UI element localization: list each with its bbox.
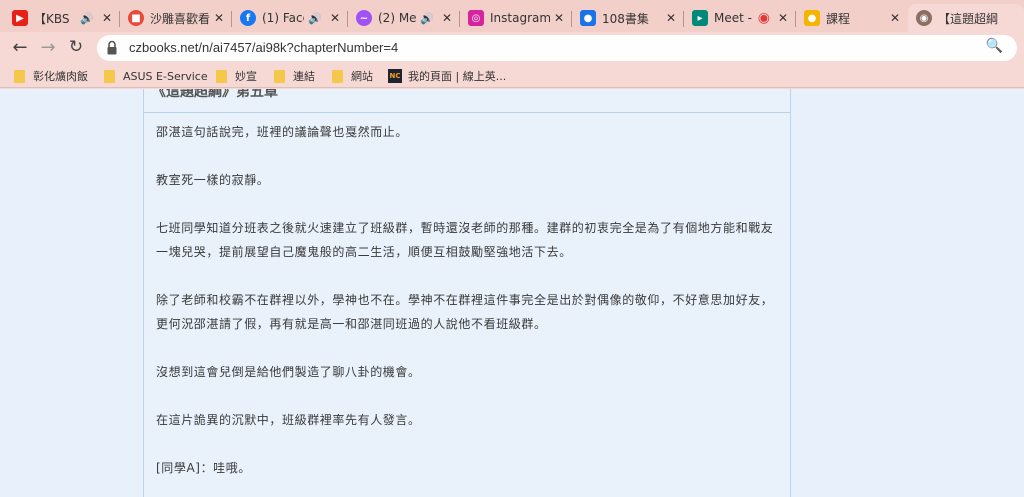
tab-course[interactable]: ● 課程 ✕ (796, 4, 908, 32)
tab-title: Meet - (714, 11, 752, 25)
tab-108[interactable]: ● 108書集 ✕ (572, 4, 684, 32)
tab-strip: ▶ 【KBS 🔊 ✕ ■ 沙雕喜歡看 ✕ f (1) Face 🔊 ✕ ~ (2… (0, 0, 1024, 32)
paragraph: [同學A]：哇哦。 (156, 461, 251, 475)
nc-icon: NC (388, 69, 402, 83)
bookmark-link[interactable]: NC 我的頁面 | 線上英... (388, 67, 506, 85)
close-icon[interactable]: ✕ (554, 11, 564, 25)
close-icon[interactable]: ✕ (778, 11, 788, 25)
tab-instagram[interactable]: ◎ Instagram ✕ (460, 4, 572, 32)
tab-messenger[interactable]: ~ (2) Me 🔊 ✕ (348, 4, 460, 32)
bookmark-label: 連結 (293, 70, 315, 83)
paragraph: 沒想到這會兒倒是給他們製造了聊八卦的機會。 (156, 365, 421, 379)
chapter-header: 《這題超綱》第五章 (144, 89, 790, 113)
bookmark-label: 網站 (351, 70, 373, 83)
reload-icon[interactable]: ↻ (64, 36, 88, 58)
bookmark-label: 我的頁面 | 線上英... (408, 70, 507, 83)
speaker-icon[interactable]: 🔊 (80, 12, 94, 25)
facebook-icon: f (240, 10, 256, 26)
close-icon[interactable]: ✕ (666, 11, 676, 25)
folder-icon (216, 69, 227, 83)
speaker-icon[interactable]: 🔊 (420, 12, 434, 25)
paragraph: 教室死一樣的寂靜。 (156, 173, 270, 187)
tab-title: 108書集 (602, 11, 649, 26)
folder-icon (332, 69, 343, 83)
bookmark-folder[interactable]: 連結 (274, 67, 315, 85)
classroom-icon: ● (580, 10, 596, 26)
address-bar[interactable]: czbooks.net/n/ai7457/ai98k?chapterNumber… (97, 35, 1017, 61)
browser-toolbar: ← → ↻ czbooks.net/n/ai7457/ai98k?chapter… (0, 32, 1024, 62)
folder-icon (274, 69, 285, 83)
tab-title: 課程 (826, 11, 851, 26)
tab-title: (1) Face (262, 11, 304, 25)
meet-icon: ▸ (692, 10, 708, 26)
classroom-icon: ● (804, 10, 820, 26)
paragraph: 七班同學知道分班表之後就火速建立了班級群，暫時還沒老師的那種。建群的初衷完全是為… (156, 221, 774, 259)
bookmark-folder[interactable]: 網站 (332, 67, 373, 85)
folder-icon (104, 69, 115, 83)
folder-icon (14, 69, 25, 83)
tab-title: 沙雕喜歡看 (150, 11, 210, 26)
bookmark-folder[interactable]: 妙宣 (216, 67, 257, 85)
url-text[interactable]: czbooks.net/n/ai7457/ai98k?chapterNumber… (129, 40, 398, 55)
tab-title: 【這題超綱 (938, 11, 999, 26)
tab-facebook[interactable]: f (1) Face 🔊 ✕ (232, 4, 348, 32)
tab-title: 【KBS (34, 11, 70, 26)
bookmarks-bar: 彰化爌肉飯 ASUS E-Service 妙宣 連結 網站 NC 我的頁面 | … (0, 62, 1024, 88)
chapter-article: 《這題超綱》第五章 邵湛這句話說完，班裡的議論聲也戛然而止。 教室死一樣的寂靜。… (143, 89, 791, 497)
tab-title: (2) Me (378, 11, 417, 25)
zoom-icon[interactable]: 🔍 (986, 38, 1003, 54)
chapter-title: 《這題超綱》第五章 (152, 89, 278, 100)
instagram-icon: ◎ (468, 10, 484, 26)
tab-shadiao[interactable]: ■ 沙雕喜歡看 ✕ (120, 4, 232, 32)
recording-icon: ◉ (757, 10, 770, 26)
tab-meet[interactable]: ▸ Meet - ◉ ✕ (684, 4, 796, 32)
tab-active-book[interactable]: ◉ 【這題超綱 (908, 4, 1024, 32)
close-icon[interactable]: ✕ (214, 11, 224, 25)
page-viewport[interactable]: 《這題超綱》第五章 邵湛這句話說完，班裡的議論聲也戛然而止。 教室死一樣的寂靜。… (0, 89, 1024, 497)
bookmark-folder[interactable]: 彰化爌肉飯 (14, 67, 88, 85)
tab-kbs[interactable]: ▶ 【KBS 🔊 ✕ (4, 4, 120, 32)
speaker-icon[interactable]: 🔊 (308, 12, 322, 25)
bookmark-label: 妙宣 (235, 70, 257, 83)
chapter-body: 邵湛這句話說完，班裡的議論聲也戛然而止。 教室死一樣的寂靜。 七班同學知道分班表… (156, 120, 776, 497)
paragraph: 邵湛這句話說完，班裡的議論聲也戛然而止。 (156, 125, 409, 139)
stop-icon: ■ (128, 10, 144, 26)
bookmark-label: 彰化爌肉飯 (33, 70, 88, 83)
close-icon[interactable]: ✕ (330, 11, 340, 25)
lock-icon[interactable] (107, 40, 117, 56)
back-arrow-icon[interactable]: ← (8, 36, 32, 58)
bookmark-label: ASUS E-Service (123, 69, 208, 83)
book-icon: ◉ (916, 10, 932, 26)
bookmark-folder[interactable]: ASUS E-Service (104, 67, 208, 85)
youtube-icon: ▶ (12, 10, 28, 26)
tab-title: Instagram (490, 11, 550, 25)
close-icon[interactable]: ✕ (890, 11, 900, 25)
paragraph: 在這片詭異的沉默中，班級群裡率先有人發言。 (156, 413, 421, 427)
close-icon[interactable]: ✕ (102, 11, 112, 25)
close-icon[interactable]: ✕ (442, 11, 452, 25)
paragraph: 除了老師和校霸不在群裡以外，學神也不在。學神不在群裡這件事完全是出於對偶像的敬仰… (156, 293, 774, 331)
messenger-icon: ~ (356, 10, 372, 26)
forward-arrow-icon[interactable]: → (36, 36, 60, 58)
